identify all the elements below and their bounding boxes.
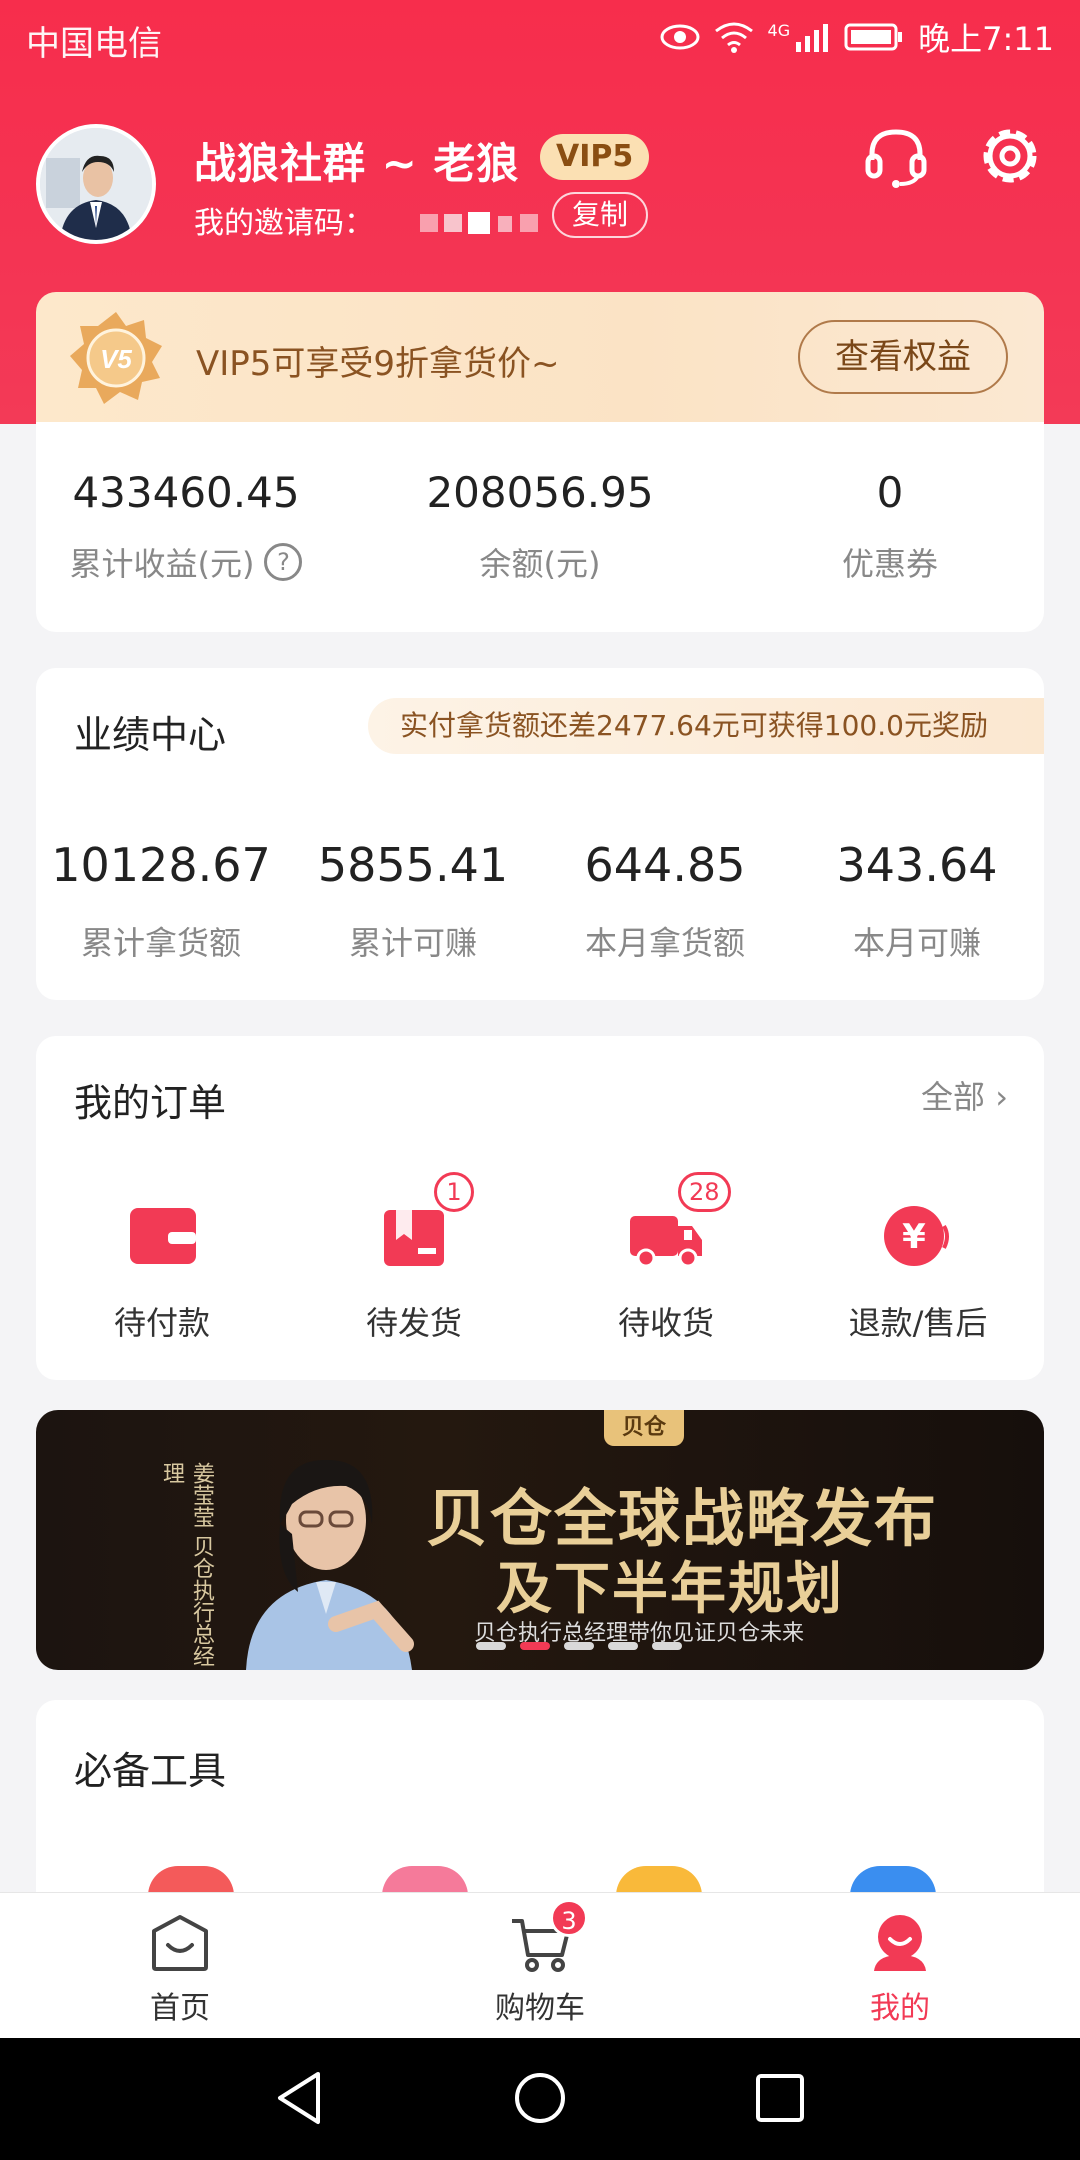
presenter-photo	[246, 1459, 414, 1670]
carousel-dot[interactable]	[652, 1642, 682, 1650]
stat-value: 0	[876, 468, 904, 517]
performance-center: 业绩中心 实付拿货额还差2477.64元可获得100.0元奖励 › 10128.…	[36, 668, 1044, 1000]
headset-icon[interactable]	[862, 122, 930, 190]
avatar[interactable]	[36, 124, 156, 244]
reward-notice[interactable]: 实付拿货额还差2477.64元可获得100.0元奖励 ›	[368, 698, 1044, 754]
tab-home[interactable]: 首页	[60, 1911, 300, 2027]
stat-total-earnings[interactable]: 433460.45 累计收益(元)?	[36, 468, 336, 585]
signal-icon	[796, 24, 829, 52]
carousel-dot-active[interactable]	[520, 1642, 550, 1650]
bottom-tab-bar: 首页 3 购物车 我的	[0, 1892, 1080, 2038]
wallet-icon	[130, 1208, 196, 1264]
stat-label: 优惠券	[841, 545, 938, 583]
order-count-badge: 28	[678, 1172, 731, 1212]
essential-tools: 必备工具	[36, 1700, 1044, 1900]
vip-benefit-message: VIP5可享受9折拿货价~	[196, 344, 560, 384]
carousel-dot[interactable]	[608, 1642, 638, 1650]
order-label: 退款/售后	[848, 1304, 988, 1342]
perf-item: 644.85 本月拿货额	[540, 838, 790, 964]
perf-value: 10128.67	[51, 838, 271, 892]
vip-benefit-card: V5 VIP5可享受9折拿货价~ 查看权益	[36, 292, 1044, 422]
perf-item: 5855.41 累计可赚	[288, 838, 538, 964]
stat-value: 208056.95	[426, 468, 654, 517]
order-refund[interactable]: ¥ 退款/售后	[792, 1196, 1044, 1344]
perf-label: 本月拿货额	[584, 924, 745, 962]
battery-icon	[844, 23, 903, 51]
tab-cart[interactable]: 3 购物车	[420, 1899, 660, 2027]
perf-label: 累计拿货额	[80, 924, 241, 962]
perf-item: 10128.67 累计拿货额	[36, 838, 286, 964]
eye-icon	[660, 24, 700, 50]
my-orders: 我的订单 全部 › 待付款 1 待发货 28 待收货 ¥ 退款/售后	[36, 1036, 1044, 1380]
order-pending-payment[interactable]: 待付款	[36, 1196, 288, 1344]
clock: 晚上7:11	[918, 20, 1054, 58]
profile-icon	[874, 1915, 926, 1971]
perf-value: 5855.41	[317, 838, 509, 892]
order-label: 待付款	[113, 1304, 210, 1342]
order-pending-shipment[interactable]: 1 待发货	[288, 1172, 540, 1344]
banner-subheadline: 及下半年规划	[496, 1557, 844, 1622]
recents-icon[interactable]	[754, 2070, 806, 2126]
username: 战狼社群 ~ 老狼	[194, 139, 520, 188]
order-label: 待发货	[365, 1304, 462, 1342]
section-title: 我的订单	[74, 1081, 227, 1125]
avatar-image	[40, 128, 152, 240]
all-orders-link[interactable]: 全部 ›	[921, 1072, 1008, 1118]
vip-level-badge: VIP5	[540, 134, 650, 180]
vip-medal-icon: V5	[70, 312, 162, 404]
stat-label: 余额(元)	[479, 545, 601, 583]
stat-value: 433460.45	[72, 468, 300, 517]
perf-label: 本月可赚	[852, 924, 981, 962]
carousel-dot[interactable]	[476, 1642, 506, 1650]
order-pending-receipt[interactable]: 28 待收货	[540, 1172, 792, 1344]
section-title: 业绩中心	[74, 713, 227, 757]
status-bar: 中国电信 4G 晚上7:11	[0, 0, 1080, 76]
network-type: 4G	[767, 20, 791, 40]
vip-medal-text: V5	[100, 344, 132, 374]
gear-icon[interactable]	[976, 122, 1044, 190]
tab-profile[interactable]: 我的	[780, 1911, 1020, 2027]
brand-tag: 贝仓	[604, 1410, 684, 1446]
system-nav-bar	[0, 2038, 1080, 2160]
stat-coupons[interactable]: 0 优惠券	[770, 468, 1010, 585]
cart-count-badge: 3	[550, 1899, 588, 1937]
status-icons: 4G 晚上7:11	[660, 14, 1054, 60]
refund-icon: ¥	[884, 1206, 949, 1266]
tab-label: 我的	[870, 1991, 930, 2026]
perf-value: 644.85	[584, 838, 746, 892]
invite-code-label: 我的邀请码：	[194, 206, 374, 241]
home-button-icon[interactable]	[512, 2070, 568, 2126]
reward-notice-text: 实付拿货额还差2477.64元可获得100.0元奖励	[400, 709, 988, 742]
back-icon[interactable]	[274, 2070, 324, 2126]
wifi-icon	[714, 22, 753, 53]
home-icon	[152, 1915, 208, 1971]
carousel-dot[interactable]	[564, 1642, 594, 1650]
perf-label: 累计可赚	[348, 924, 477, 962]
chevron-right-icon: ›	[995, 1078, 1008, 1116]
section-title: 必备工具	[74, 1749, 227, 1793]
perf-item: 343.64 本月可赚	[792, 838, 1042, 964]
help-icon[interactable]: ?	[264, 543, 303, 581]
tab-label: 首页	[150, 1991, 210, 2026]
view-benefits-button[interactable]: 查看权益	[798, 320, 1008, 394]
order-count-badge: 1	[434, 1172, 474, 1212]
carrier-name: 中国电信	[26, 24, 162, 64]
stat-balance[interactable]: 208056.95 余额(元)	[390, 468, 690, 585]
copy-invite-button[interactable]: 复制	[552, 192, 649, 238]
carousel-indicator	[476, 1642, 682, 1650]
earnings-summary: 433460.45 累计收益(元)? 208056.95 余额(元) 0 优惠券	[36, 422, 1044, 632]
perf-value: 343.64	[836, 838, 998, 892]
tab-label: 购物车	[495, 1991, 585, 2026]
svg-text:¥: ¥	[902, 1217, 926, 1257]
promo-banner[interactable]: 姜莹莹 贝仓执行总经理 贝仓 贝仓全球战略发布 及下半年规划 贝仓执行总经理带你…	[36, 1410, 1044, 1670]
order-label: 待收货	[617, 1304, 714, 1342]
chevron-right-icon: ›	[1042, 698, 1044, 754]
stat-label: 累计收益(元)	[69, 545, 255, 583]
presenter-caption: 姜莹莹 贝仓执行总经理	[159, 1462, 214, 1667]
